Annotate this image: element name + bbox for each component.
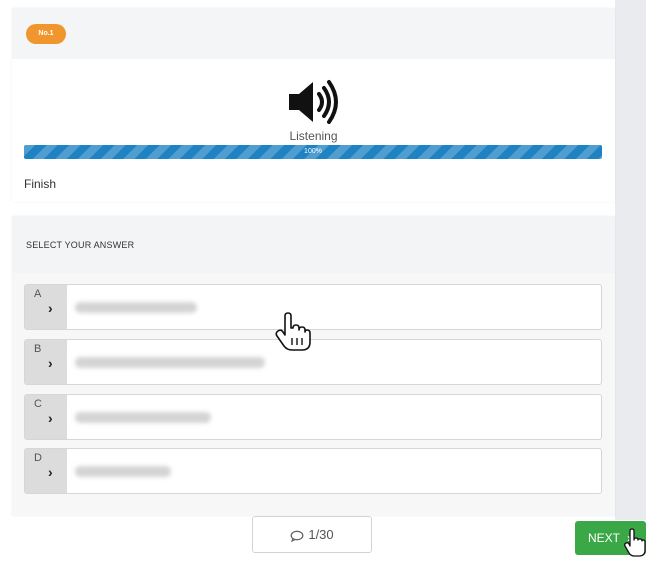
speaker-volume-icon[interactable] [285, 74, 341, 130]
hand-pointer-cursor-icon [624, 528, 646, 557]
answer-letter: B [34, 343, 42, 355]
question-number-badge: No.1 [26, 24, 66, 44]
chevron-right-icon: › [48, 355, 53, 371]
blurred-answer-text [75, 357, 265, 368]
answer-letter-box: D › [25, 449, 67, 493]
answer-letter: D [34, 452, 42, 464]
blurred-answer-text [75, 302, 197, 313]
question-header: No.1 [12, 8, 615, 59]
answer-option-b[interactable]: B › [24, 339, 602, 385]
next-label: NEXT [588, 531, 620, 545]
blurred-answer-text [75, 412, 211, 423]
answer-option-a[interactable]: A › [24, 284, 602, 330]
side-panel [615, 0, 646, 520]
answer-header: SELECT YOUR ANSWER [12, 216, 615, 273]
progress-text: 100% [304, 148, 322, 155]
chevron-right-icon: › [48, 464, 53, 480]
answer-card: SELECT YOUR ANSWER A › B › C › D › [12, 216, 615, 516]
question-counter-button[interactable]: 1/30 [252, 516, 372, 553]
answer-letter: A [34, 288, 42, 300]
select-answer-title: SELECT YOUR ANSWER [26, 240, 135, 250]
chevron-right-icon: › [48, 300, 53, 316]
answer-option-c[interactable]: C › [24, 394, 602, 440]
answer-letter-box: A › [25, 285, 67, 329]
chat-bubble-icon [290, 530, 304, 542]
chevron-right-icon: › [48, 410, 53, 426]
blurred-answer-text [75, 466, 171, 477]
question-card: No.1 Listening 100% Finish [12, 8, 615, 202]
question-counter: 1/30 [308, 527, 334, 542]
hand-pointer-cursor-icon [275, 312, 311, 351]
answer-option-d[interactable]: D › [24, 448, 602, 494]
status-text: Finish [24, 177, 57, 191]
answer-letter: C [34, 398, 42, 410]
listening-label: Listening [289, 129, 338, 143]
answer-letter-box: C › [25, 395, 67, 439]
answer-letter-box: B › [25, 340, 67, 384]
listening-progress-bar: 100% [24, 145, 602, 159]
